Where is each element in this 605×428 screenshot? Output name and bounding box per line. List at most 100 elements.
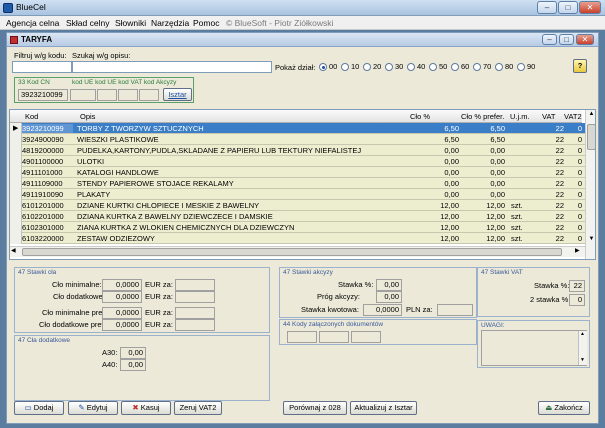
zakoncz-button[interactable]: ⏏ Zakończ	[538, 401, 590, 415]
cell-vat: 22	[555, 234, 564, 243]
menu-agencja-celna[interactable]: Agencja celna	[6, 18, 59, 28]
cell-clo: 12,00	[440, 201, 459, 210]
zeruj-vat2-button[interactable]: Zeruj VAT2	[174, 401, 222, 415]
scroll-right-icon[interactable]: ▶	[575, 247, 580, 254]
taryfa-minimize-button[interactable]: –	[542, 34, 557, 45]
table-row[interactable]: 4911101000 KATALOGI HANDLOWE 0,00 0,00 22 0	[22, 167, 585, 178]
cell-kod: 3924900090	[22, 135, 64, 144]
clo-min-eur-field	[175, 279, 215, 291]
cell-kod: 4911109000	[22, 179, 63, 188]
menu-narzedzia[interactable]: Narzędzia	[151, 18, 189, 28]
cell-kod: 4819200000	[22, 146, 64, 155]
taryfa-close-button[interactable]: ✕	[576, 34, 594, 45]
radio-80[interactable]	[495, 63, 503, 71]
clo-min-pref-label: Cło minimalne pref:	[42, 308, 107, 317]
table-row[interactable]: 4911109000 STENDY PAPIEROWE STOJACE REKAL…	[22, 178, 585, 189]
radio-80-label: 80	[505, 62, 514, 71]
scroll-left-icon[interactable]: ◀	[11, 247, 16, 254]
cell-vat2: 0	[577, 179, 582, 188]
uwagi-scroll-up-icon[interactable]: ▲	[580, 331, 585, 337]
radio-40[interactable]	[407, 63, 415, 71]
dodaj-button[interactable]: ▭ Dodaj	[14, 401, 64, 415]
table-horizontal-scrollbar[interactable]: ◀ ▶	[10, 246, 585, 257]
uwagi-scrollbar[interactable]: ▲ ▼	[578, 331, 587, 365]
table-row[interactable]: 6102201000 DZIANA KURTKA Z BAWELNY DZIEWC…	[22, 211, 585, 222]
dodaj-icon: ▭	[24, 403, 34, 412]
radio-30[interactable]	[385, 63, 393, 71]
cell-clo: 0,00	[444, 190, 459, 199]
porownaj-button[interactable]: Porównaj z 028	[283, 401, 347, 415]
stawki-vat-group: 47 Stawki VAT Stawka %: 22 2 stawka %: 0	[477, 267, 590, 317]
scroll-thumb[interactable]	[587, 124, 595, 150]
clo-min-eur-label: EUR za:	[145, 280, 173, 289]
vat-stawka2-value: 0	[569, 294, 585, 306]
cell-opis: ZESTAW ODZIEZOWY	[77, 234, 155, 243]
stawki-akcyzy-title: 47 Stawki akcyzy	[283, 269, 333, 276]
filter-kod-input[interactable]	[12, 61, 72, 73]
dokument-field-2	[319, 331, 349, 343]
header-ujm[interactable]: U.j.m.	[510, 112, 530, 121]
radio-20[interactable]	[363, 63, 371, 71]
header-clo-pref[interactable]: Cło % prefer.	[461, 112, 504, 121]
kasuj-button[interactable]: ✖ Kasuj	[121, 401, 171, 415]
radio-10-label: 10	[351, 62, 360, 71]
table-row[interactable]: 3924900090 WIESZKI PLASTIKOWE 6,50 6,50 22 0	[22, 134, 585, 145]
edytuj-button[interactable]: ✎ Edytuj	[68, 401, 118, 415]
taryfa-table: Kod Opis Cło % Cło % prefer. U.j.m. VAT …	[9, 109, 596, 260]
header-clo[interactable]: Cło %	[410, 112, 430, 121]
uwagi-textarea[interactable]: ▲ ▼	[481, 330, 587, 366]
uwagi-group: UWAGI: ▲ ▼	[477, 320, 590, 368]
cell-kod: 6103220000	[22, 234, 64, 243]
uwagi-scroll-down-icon[interactable]: ▼	[580, 357, 585, 363]
radio-10[interactable]	[341, 63, 349, 71]
table-row[interactable]: 4819200000 PUDELKA,KARTONY,PUDLA,SKLADANE…	[22, 145, 585, 156]
menu-sklad-celny[interactable]: Skład celny	[66, 18, 109, 28]
radio-90[interactable]	[517, 63, 525, 71]
cell-vat: 22	[555, 179, 564, 188]
radio-50[interactable]	[429, 63, 437, 71]
minimize-button[interactable]: –	[537, 1, 557, 14]
table-row[interactable]: 3923210099 TORBY Z TWORZYW SZTUCZNYCH 6,50…	[22, 123, 585, 134]
close-button[interactable]: ✕	[579, 1, 601, 14]
cell-clo-pref: 12,00	[486, 223, 505, 232]
taryfa-maximize-button[interactable]: □	[559, 34, 574, 45]
cell-clo: 12,00	[440, 223, 459, 232]
cell-vat2: 0	[577, 124, 582, 133]
radio-50-label: 50	[439, 62, 448, 71]
table-row[interactable]: 6101201000 DZIANE KURTKI CHLOPIECE I MESK…	[22, 200, 585, 211]
table-row[interactable]: 6102301000 ZIANA KURTKA Z WLOKIEN CHEMICZ…	[22, 222, 585, 233]
hscroll-thumb[interactable]	[22, 248, 562, 256]
menu-slowniki[interactable]: Słowniki	[115, 18, 146, 28]
maximize-button[interactable]: □	[558, 1, 578, 14]
dzial-radio-group: 00 10 20 30 40 50 60 70 80 90	[319, 62, 559, 74]
table-row[interactable]: 4911910090 PLAKATY 0,00 0,00 22 0	[22, 189, 585, 200]
scroll-down-icon[interactable]: ▼	[587, 236, 595, 245]
dokument-field-1	[287, 331, 317, 343]
cell-clo-pref: 12,00	[486, 234, 505, 243]
radio-70[interactable]	[473, 63, 481, 71]
kod-ue2-field	[97, 89, 117, 101]
cell-vat2: 0	[577, 157, 582, 166]
isztar-button[interactable]: Isztar	[163, 88, 192, 101]
radio-00[interactable]	[319, 63, 327, 71]
header-vat[interactable]: VAT	[542, 112, 555, 121]
cell-vat: 22	[555, 201, 564, 210]
header-opis[interactable]: Opis	[80, 112, 95, 121]
aktualizuj-isztar-button[interactable]: Aktualizuj z Isztar	[350, 401, 417, 415]
radio-70-label: 70	[483, 62, 492, 71]
a30-label: A30:	[102, 348, 118, 357]
menu-pomoc[interactable]: Pomoc	[193, 18, 219, 28]
pokaz-dzial-label: Pokaż dział:	[275, 63, 316, 72]
table-vertical-scrollbar[interactable]: ▲ ▼	[585, 110, 595, 259]
header-kod[interactable]: Kod	[25, 112, 38, 121]
scroll-up-icon[interactable]: ▲	[587, 111, 595, 120]
clo-dod-eur-field	[175, 291, 215, 303]
radio-60[interactable]	[451, 63, 459, 71]
table-row[interactable]: 6103220000 ZESTAW ODZIEZOWY 12,00 12,00 szt.…	[22, 233, 585, 244]
help-key-icon[interactable]: ?	[573, 59, 587, 73]
header-vat2[interactable]: VAT2	[564, 112, 582, 121]
akcyza-pln-label: PLN za:	[406, 305, 433, 314]
filter-opis-input[interactable]	[72, 61, 272, 73]
table-row[interactable]: 4901100000 ULOTKI 0,00 0,00 22 0	[22, 156, 585, 167]
akcyza-prog-label: Próg akcyzy:	[317, 292, 360, 301]
